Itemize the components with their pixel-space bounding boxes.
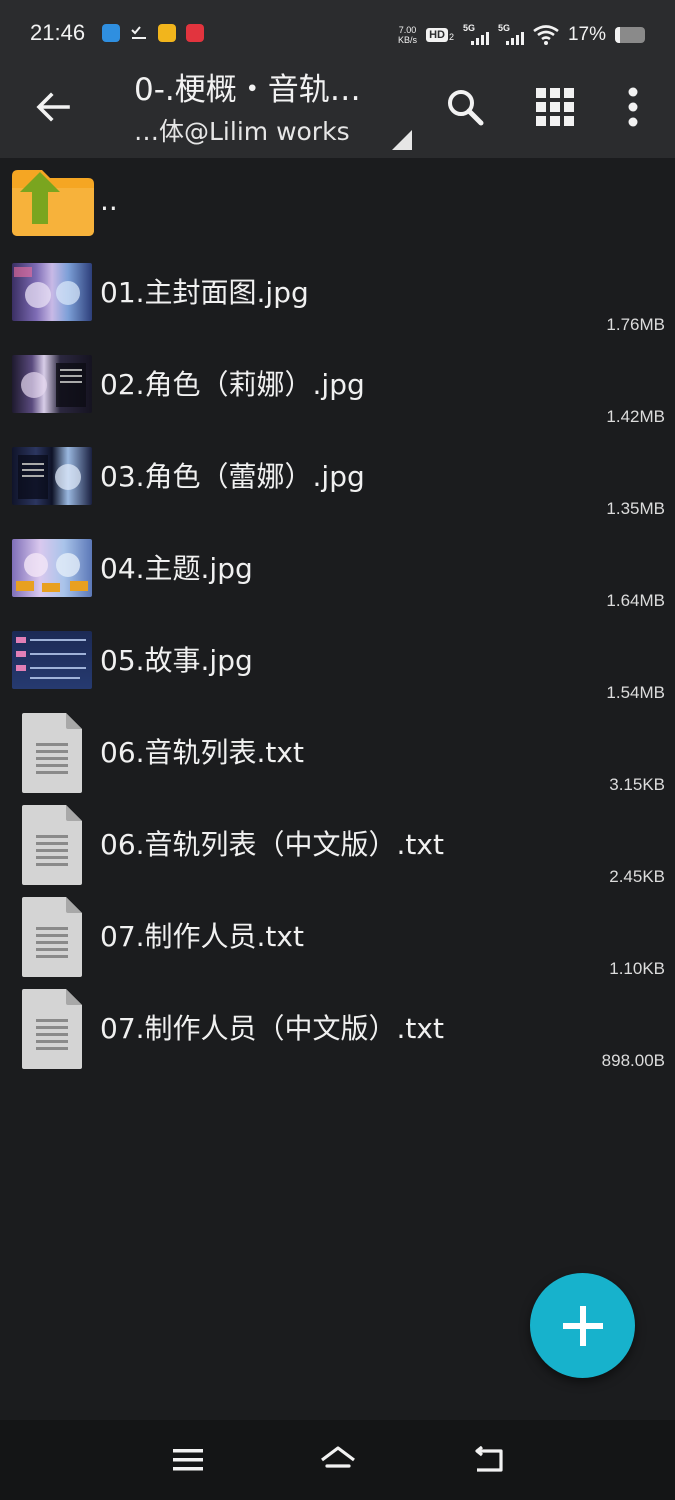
status-time: 21:46 [30, 20, 86, 45]
sim1-signal-icon: 5G [463, 23, 489, 45]
image-thumbnail [12, 539, 92, 597]
list-item-file[interactable]: 04.主题.jpg 1.64MB [0, 529, 675, 621]
list-item-file[interactable]: 02.角色（莉娜）.jpg 1.42MB [0, 345, 675, 437]
grid-view-button[interactable] [530, 82, 580, 132]
status-indicators: 7.00 KB/s HD 2 5G 5G 17% [398, 18, 645, 52]
battery-percent: 17% [567, 24, 606, 45]
search-button[interactable] [440, 82, 490, 132]
image-thumbnail [12, 263, 92, 321]
hd-voice-indicator: HD 2 [426, 28, 454, 42]
list-item-file[interactable]: 01.主封面图.jpg 1.76MB [0, 253, 675, 345]
more-options-button[interactable] [608, 82, 658, 132]
menu-icon [173, 1449, 203, 1471]
network-speed-value: 7.00 [398, 25, 417, 35]
hd-label: HD [426, 28, 448, 42]
file-name: 06.音轨列表（中文版）.txt [100, 828, 444, 861]
image-thumbnail [12, 447, 92, 505]
text-document-icon [22, 897, 82, 977]
file-name: .. [100, 184, 118, 217]
text-document-icon [22, 805, 82, 885]
image-thumbnail [12, 355, 92, 413]
notification-book-icon [158, 24, 176, 42]
file-name: 03.角色（蕾娜）.jpg [100, 460, 365, 493]
app-bar: 0-.梗概・音轨… …体@Lilim works [0, 70, 675, 158]
folder-title-area[interactable]: 0-.梗概・音轨… …体@Lilim works [134, 70, 424, 149]
file-name: 01.主封面图.jpg [100, 276, 309, 309]
file-size: 1.42MB [606, 407, 665, 426]
text-document-icon [22, 989, 82, 1069]
back-button[interactable] [30, 84, 76, 130]
text-document-icon [22, 713, 82, 793]
file-name: 06.音轨列表.txt [100, 736, 304, 769]
file-name: 07.制作人员.txt [100, 920, 304, 953]
wifi-icon [533, 25, 559, 45]
list-item-file[interactable]: 07.制作人员.txt 1.10KB [0, 897, 675, 989]
system-navigation-bar [0, 1420, 675, 1500]
file-name: 04.主题.jpg [100, 552, 253, 585]
notification-check-icon [130, 24, 148, 42]
network-speed: 7.00 KB/s [398, 25, 417, 45]
status-bar: 21:46 7.00 KB/s HD 2 5G 5G 17% [0, 0, 675, 70]
home-icon [321, 1446, 355, 1468]
network-speed-unit: KB/s [398, 35, 418, 45]
file-list: .. 01.主封面图.jpg 1.76MB 02.角色（莉娜）.jpg 1.42… [0, 158, 675, 1081]
battery-icon [615, 27, 645, 43]
back-arrow-icon [36, 92, 70, 122]
more-vert-icon [628, 87, 638, 127]
file-size: 2.45KB [609, 867, 665, 886]
list-item-file[interactable]: 06.音轨列表（中文版）.txt 2.45KB [0, 805, 675, 897]
grid-view-icon [536, 88, 574, 126]
notification-app-icon [102, 24, 120, 42]
file-size: 1.35MB [606, 499, 665, 518]
file-size: 898.00B [601, 1051, 665, 1070]
sim2-signal-icon: 5G [498, 23, 524, 45]
list-item-file[interactable]: 07.制作人员（中文版）.txt 898.00B [0, 989, 675, 1081]
folder-subtitle: …体@Lilim works [134, 117, 350, 146]
file-size: 1.64MB [606, 591, 665, 610]
folder-title: 0-.梗概・音轨… [134, 72, 361, 108]
folder-up-icon [12, 170, 94, 236]
search-icon [448, 90, 484, 126]
recent-apps-button[interactable] [166, 1440, 210, 1480]
back-icon [475, 1446, 503, 1472]
file-size: 1.76MB [606, 315, 665, 334]
file-size: 1.10KB [609, 959, 665, 978]
path-dropdown-icon[interactable] [392, 130, 412, 150]
file-name: 07.制作人员（中文版）.txt [100, 1012, 444, 1045]
file-name: 05.故事.jpg [100, 644, 253, 677]
list-item-file[interactable]: 05.故事.jpg 1.54MB [0, 621, 675, 713]
list-item-file[interactable]: 06.音轨列表.txt 3.15KB [0, 713, 675, 805]
battery-level-fill [615, 27, 621, 43]
file-size: 3.15KB [609, 775, 665, 794]
file-name: 02.角色（莉娜）.jpg [100, 368, 365, 401]
file-size: 1.54MB [606, 683, 665, 702]
list-item-parent-folder[interactable]: .. [0, 158, 675, 253]
list-item-file[interactable]: 03.角色（蕾娜）.jpg 1.35MB [0, 437, 675, 529]
back-nav-button[interactable] [466, 1440, 510, 1480]
notification-red-app-icon [186, 24, 204, 42]
home-button[interactable] [316, 1440, 360, 1480]
image-thumbnail [12, 631, 92, 689]
plus-icon [562, 1305, 603, 1346]
hd-sub: 2 [448, 32, 454, 42]
add-button[interactable] [530, 1273, 635, 1378]
